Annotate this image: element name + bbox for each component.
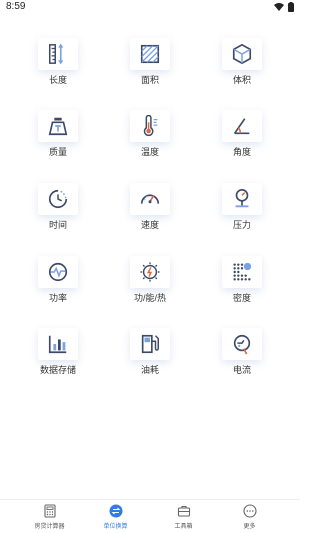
unit-length[interactable]: 长度 [28,38,88,98]
wifi-icon [274,3,284,11]
unit-temperature[interactable]: 温度 [120,110,180,170]
energy-icon [130,256,170,288]
fuel-icon [130,328,170,360]
pressure-gauge-icon [222,183,262,215]
unit-label: 面积 [140,75,159,85]
unit-label: 油耗 [140,365,159,375]
unit-energy[interactable]: 功/能/热 [120,256,180,316]
tab-label: 工具箱 [174,524,193,530]
unit-speed[interactable]: 速度 [120,183,180,243]
angle-icon [222,110,262,142]
power-icon [38,256,78,288]
unit-row: 时间 速度 压力 [0,183,300,243]
unit-label: 质量 [48,147,67,157]
calculator-icon [43,504,57,518]
unit-label: 压力 [232,220,251,230]
convert-icon [109,504,123,518]
unit-power[interactable]: 功率 [28,256,88,316]
unit-area[interactable]: 面积 [120,38,180,98]
cube-icon [222,38,262,70]
toolbox-icon [177,504,191,518]
unit-label: 功/能/热 [133,293,166,303]
unit-current[interactable]: 电流 [212,328,272,388]
unit-density[interactable]: 密度 [212,256,272,316]
clock-icon [38,183,78,215]
battery-icon [288,2,294,12]
more-icon [242,504,257,518]
speedometer-icon [130,183,170,215]
weight-icon [38,110,78,142]
tab-more[interactable]: 更多 [212,504,287,530]
unit-label: 速度 [140,220,159,230]
unit-label: 数据存储 [39,365,76,375]
unit-fuel[interactable]: 油耗 [120,328,180,388]
tab-label: 房贷计算器 [34,524,65,530]
tab-label: 单位换算 [103,524,128,530]
status-bar: 8:59 [0,0,300,14]
unit-label: 角度 [232,147,251,157]
unit-label: 功率 [48,293,67,303]
unit-row: 质量 温度 角度 [0,110,300,170]
status-icons [274,2,294,12]
bottom-tab-bar: 房贷计算器 单位换算 工具箱 更多 [0,499,300,533]
tab-toolbox[interactable]: 工具箱 [146,504,221,530]
ruler-icon [38,38,78,70]
unit-row: 功率 功/能/热 密度 [0,256,300,316]
unit-label: 长度 [48,75,67,85]
unit-mass[interactable]: 质量 [28,110,88,170]
area-square-icon [130,38,170,70]
unit-data-storage[interactable]: 数据存储 [28,328,88,388]
tab-mortgage-calculator[interactable]: 房贷计算器 [12,504,87,530]
unit-label: 时间 [48,220,67,230]
unit-volume[interactable]: 体积 [212,38,272,98]
tab-unit-conversion[interactable]: 单位换算 [78,504,153,530]
unit-label: 体积 [232,75,251,85]
unit-row: 数据存储 油耗 电流 [0,328,300,388]
thermometer-icon [130,110,170,142]
data-storage-icon [38,328,78,360]
unit-pressure[interactable]: 压力 [212,183,272,243]
density-icon [222,256,262,288]
status-time: 8:59 [6,1,26,12]
unit-time[interactable]: 时间 [28,183,88,243]
unit-label: 密度 [232,293,251,303]
unit-label: 温度 [140,147,159,157]
unit-angle[interactable]: 角度 [212,110,272,170]
tab-label: 更多 [243,524,256,530]
unit-row: 长度 面积 体积 [0,38,300,98]
current-icon [222,328,262,360]
unit-label: 电流 [232,365,251,375]
